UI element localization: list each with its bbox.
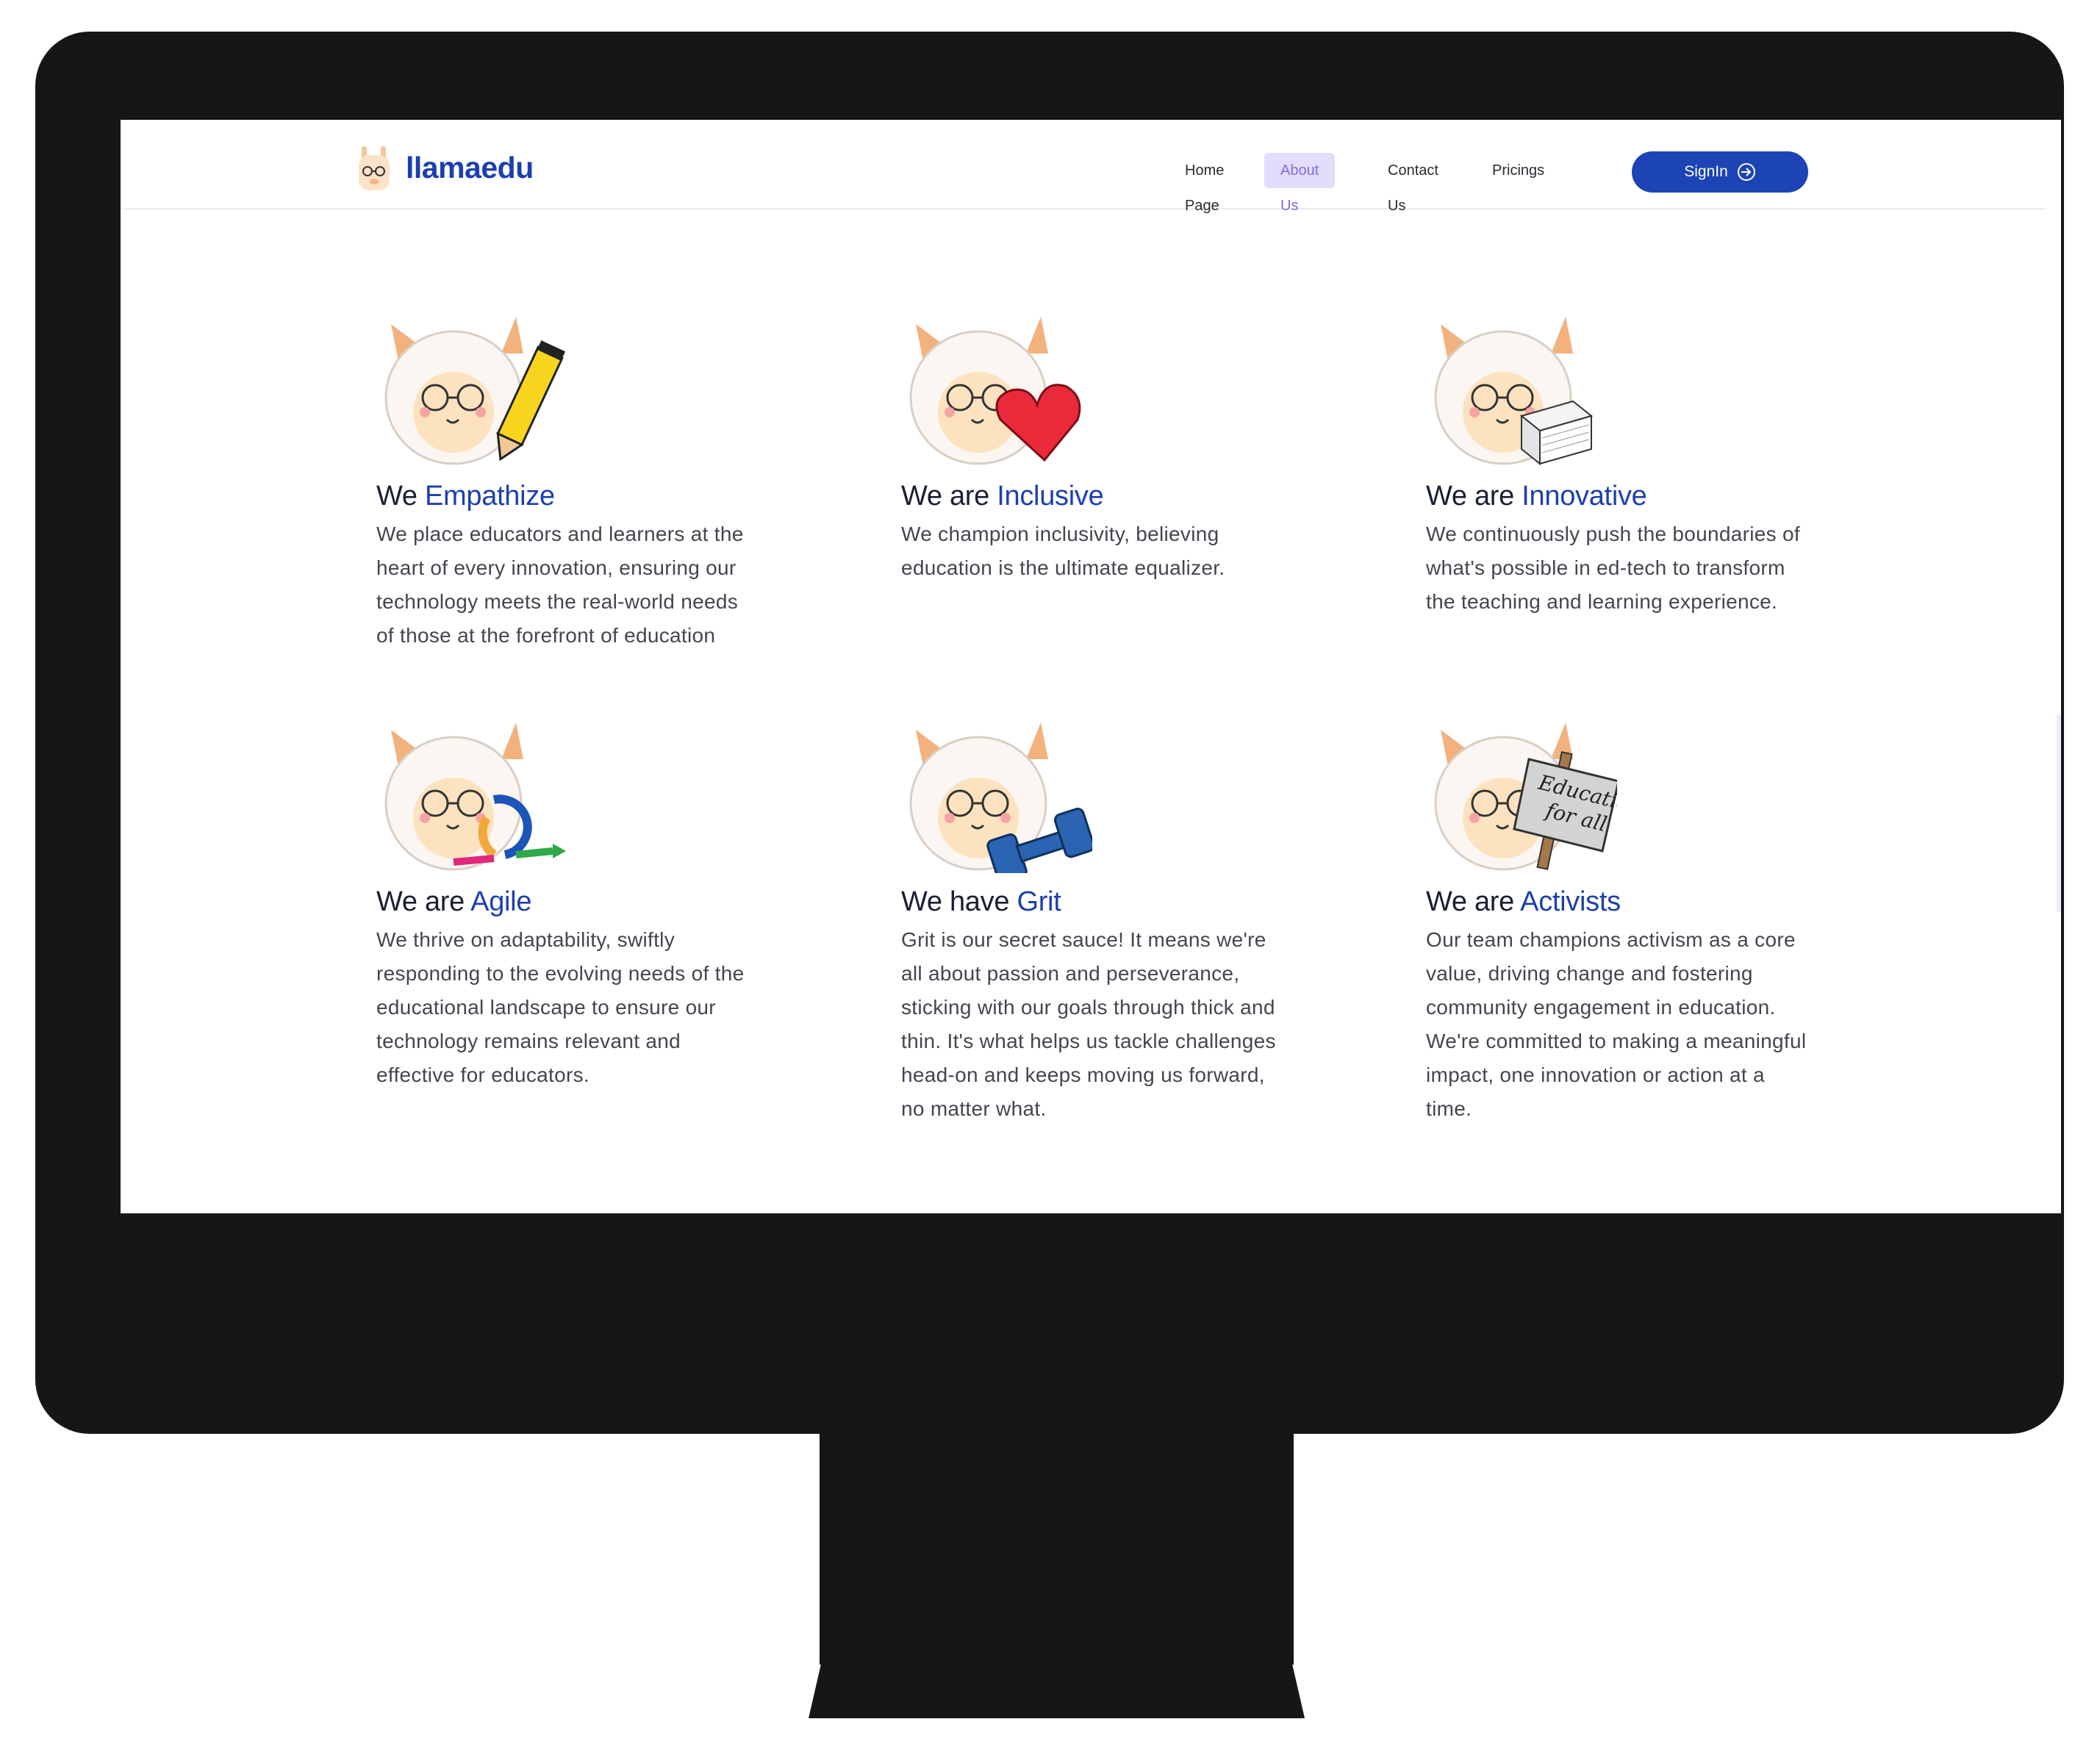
- llama-heart-illustration: [909, 317, 1081, 465]
- nav-pricings[interactable]: Pricings: [1476, 153, 1560, 188]
- card-heading: We are Inclusive: [901, 481, 1104, 512]
- card-heading: We are Activists: [1426, 886, 1621, 917]
- llama-logo-icon: [359, 146, 390, 190]
- llama-cycle-illustration: [384, 722, 566, 871]
- llama-pencil-illustration: [384, 317, 566, 465]
- card-description: We place educators and learners at the h…: [376, 523, 744, 647]
- signin-label: SignIn: [1684, 163, 1728, 180]
- value-card-grit: We have Grit Grit is our secret sauce! I…: [901, 715, 1283, 1126]
- scrollbar[interactable]: [2057, 714, 2061, 912]
- value-card-activists: Education for all We are Activists Our t…: [1426, 715, 1808, 1126]
- card-heading: We are Agile: [376, 886, 532, 917]
- card-description: Grit is our secret sauce! It means we're…: [901, 928, 1276, 1120]
- value-card-empathize: We Empathize We place educators and lear…: [376, 309, 759, 653]
- card-heading: We have Grit: [901, 886, 1061, 917]
- monitor-stand-base: [809, 1654, 1305, 1718]
- brand-name: llamaedu: [406, 150, 534, 184]
- nav-contact-us[interactable]: Contact Us: [1372, 153, 1455, 214]
- value-card-innovative: We are Innovative We continuously push t…: [1426, 309, 1808, 619]
- signin-arrow-icon: [1737, 163, 1755, 181]
- card-description: We continuously push the boundaries of w…: [1426, 523, 1800, 613]
- llama-papers-illustration: [1434, 317, 1594, 466]
- nav-about-us[interactable]: About Us: [1264, 153, 1336, 214]
- card-description: We thrive on adaptability, swiftly respo…: [376, 928, 745, 1086]
- card-heading: We are Innovative: [1426, 481, 1647, 512]
- top-navbar: llamaedu Home Page About Us Contact Us P…: [121, 120, 2046, 214]
- llama-sign-illustration: Education for all: [1434, 722, 1617, 871]
- llama-dumbbell-illustration: [909, 722, 1092, 873]
- monitor-stand-neck: [820, 1429, 1294, 1665]
- card-description: We champion inclusivity, believing educa…: [901, 523, 1225, 579]
- browser-screen: llamaedu Home Page About Us Contact Us P…: [121, 120, 2061, 1213]
- value-card-agile: We are Agile We thrive on adaptability, …: [376, 715, 759, 1092]
- card-description: Our team champions activism as a core va…: [1426, 928, 1807, 1120]
- brand-logo[interactable]: llamaedu: [356, 143, 534, 192]
- nav-home-page[interactable]: Home Page: [1169, 153, 1240, 214]
- value-card-inclusive: We are Inclusive We champion inclusivity…: [901, 309, 1283, 585]
- signin-button[interactable]: SignIn: [1632, 151, 1808, 193]
- card-heading: We Empathize: [376, 481, 555, 512]
- monitor-frame: llamaedu Home Page About Us Contact Us P…: [35, 32, 2064, 1434]
